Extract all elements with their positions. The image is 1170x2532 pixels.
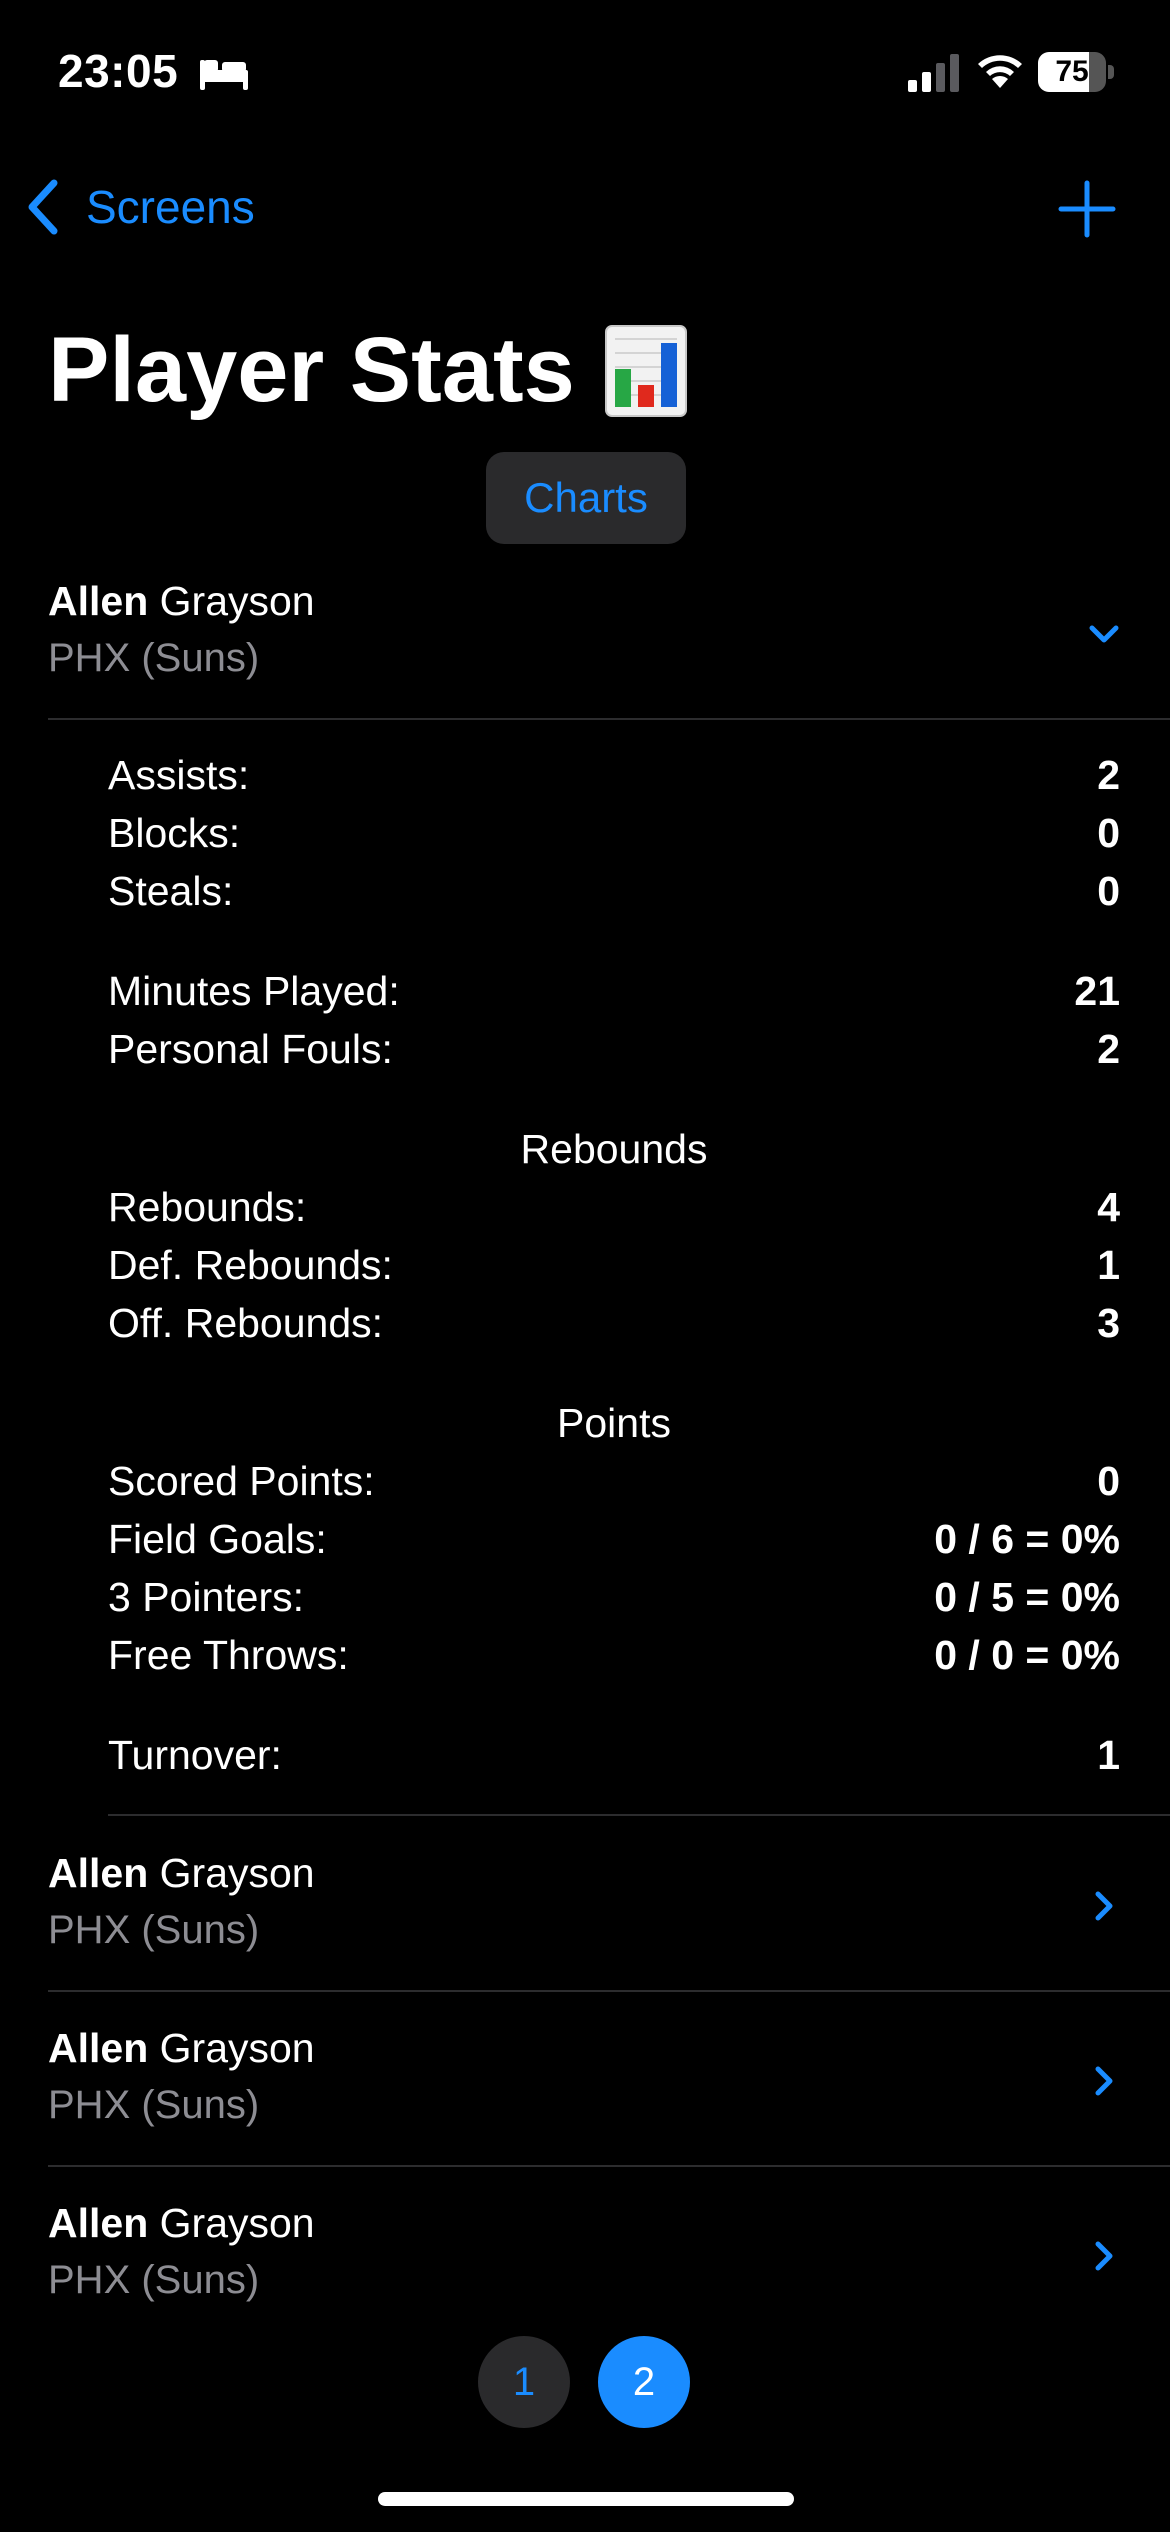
battery-icon: 75 (1038, 52, 1114, 92)
stat-label: Steals: (108, 868, 234, 914)
wifi-icon (978, 55, 1022, 88)
points-section-title: Points (557, 1400, 671, 1446)
battery-level: 75 (1055, 55, 1089, 88)
row-separator (108, 1814, 1170, 1816)
player-last-name: Grayson (159, 578, 315, 624)
back-button-label: Screens (86, 181, 255, 233)
status-bar: 23:05 75 (0, 0, 1170, 150)
stat-value: 4 (1097, 1184, 1120, 1230)
stat-row-free-throws: Free Throws: 0 / 0 = 0% (108, 1632, 1120, 1690)
stat-label: Field Goals: (108, 1516, 327, 1562)
player-last-name: Grayson (159, 2200, 315, 2246)
stat-value: 0 (1097, 810, 1120, 856)
stat-label: Blocks: (108, 810, 241, 856)
stat-row-assists: Assists: 2 (108, 752, 1120, 810)
player-first-name: Allen (48, 1850, 149, 1896)
stat-label: Personal Fouls: (108, 1026, 393, 1072)
stat-label: Assists: (108, 752, 250, 798)
stat-row-three-pointers: 3 Pointers: 0 / 5 = 0% (108, 1574, 1120, 1632)
stat-row-blocks: Blocks: 0 (108, 810, 1120, 868)
stat-label: Rebounds: (108, 1184, 307, 1230)
cellular-signal-icon (908, 54, 959, 92)
stat-label: Minutes Played: (108, 968, 400, 1014)
player-row[interactable]: Allen Grayson PHX (Suns) (48, 2025, 1170, 2145)
player-last-name: Grayson (159, 1850, 315, 1896)
stat-row-rebounds: Rebounds: 4 (108, 1184, 1120, 1242)
home-indicator[interactable] (378, 2492, 794, 2506)
page-button-1[interactable]: 1 (478, 2336, 570, 2428)
row-separator (48, 718, 1170, 720)
stat-row-minutes-played: Minutes Played: 21 (108, 968, 1120, 1026)
player-name: Allen Grayson (48, 2200, 315, 2247)
chevron-right-icon (1095, 2241, 1113, 2271)
stat-value: 2 (1097, 1026, 1120, 1072)
player-name: Allen Grayson (48, 1850, 315, 1897)
chevron-down-icon[interactable] (1084, 614, 1124, 654)
stat-label: Off. Rebounds: (108, 1300, 384, 1346)
stat-value: 0 (1097, 868, 1120, 914)
status-time: 23:05 (58, 45, 179, 97)
stat-value: 3 (1097, 1300, 1120, 1346)
row-separator (48, 2165, 1170, 2167)
stat-row-off-rebounds: Off. Rebounds: 3 (108, 1300, 1120, 1358)
stat-value: 2 (1097, 752, 1120, 798)
chevron-right-icon (1095, 2066, 1113, 2096)
stat-row-scored-points: Scored Points: 0 (108, 1458, 1120, 1516)
page-title: Player Stats (48, 318, 687, 423)
player-first-name: Allen (48, 2025, 149, 2071)
row-separator (48, 1990, 1170, 1992)
stat-value: 0 / 6 = 0% (934, 1516, 1120, 1562)
player-row[interactable]: Allen Grayson PHX (Suns) (48, 2200, 1170, 2320)
stat-label: Free Throws: (108, 1632, 349, 1678)
back-button[interactable]: Screens (24, 172, 255, 242)
chevron-right-icon (1095, 1891, 1113, 1921)
player-row[interactable]: Allen Grayson PHX (Suns) (48, 578, 1170, 698)
rebounds-section-title: Rebounds (520, 1126, 708, 1172)
chevron-left-icon (28, 179, 58, 235)
player-team: PHX (Suns) (48, 1908, 260, 1952)
stat-value: 21 (1074, 968, 1120, 1014)
stat-row-def-rebounds: Def. Rebounds: 1 (108, 1242, 1120, 1300)
stat-label: Scored Points: (108, 1458, 375, 1504)
charts-button[interactable]: Charts (486, 452, 686, 544)
bed-icon (200, 60, 248, 90)
stat-value: 0 / 5 = 0% (934, 1574, 1120, 1620)
stat-row-personal-fouls: Personal Fouls: 2 (108, 1026, 1120, 1084)
player-last-name: Grayson (159, 2025, 315, 2071)
stat-label: Def. Rebounds: (108, 1242, 393, 1288)
player-first-name: Allen (48, 578, 149, 624)
bar-chart-icon (604, 324, 687, 417)
player-name: Allen Grayson (48, 2025, 315, 2072)
stat-value: 1 (1097, 1732, 1120, 1778)
stat-value: 0 / 0 = 0% (934, 1632, 1120, 1678)
player-name: Allen Grayson (48, 578, 315, 625)
page-button-2[interactable]: 2 (598, 2336, 690, 2428)
stat-label: 3 Pointers: (108, 1574, 304, 1620)
player-team: PHX (Suns) (48, 2258, 260, 2302)
player-team: PHX (Suns) (48, 636, 260, 680)
player-first-name: Allen (48, 2200, 149, 2246)
stat-value: 0 (1097, 1458, 1120, 1504)
player-team: PHX (Suns) (48, 2083, 260, 2127)
stat-row-steals: Steals: 0 (108, 868, 1120, 926)
stat-row-field-goals: Field Goals: 0 / 6 = 0% (108, 1516, 1120, 1574)
page-title-text: Player Stats (48, 319, 575, 421)
player-row[interactable]: Allen Grayson PHX (Suns) (48, 1850, 1170, 1970)
stat-label: Turnover: (108, 1732, 282, 1778)
add-icon[interactable] (1058, 180, 1116, 238)
stat-value: 1 (1097, 1242, 1120, 1288)
stat-row-turnover: Turnover: 1 (108, 1732, 1120, 1790)
